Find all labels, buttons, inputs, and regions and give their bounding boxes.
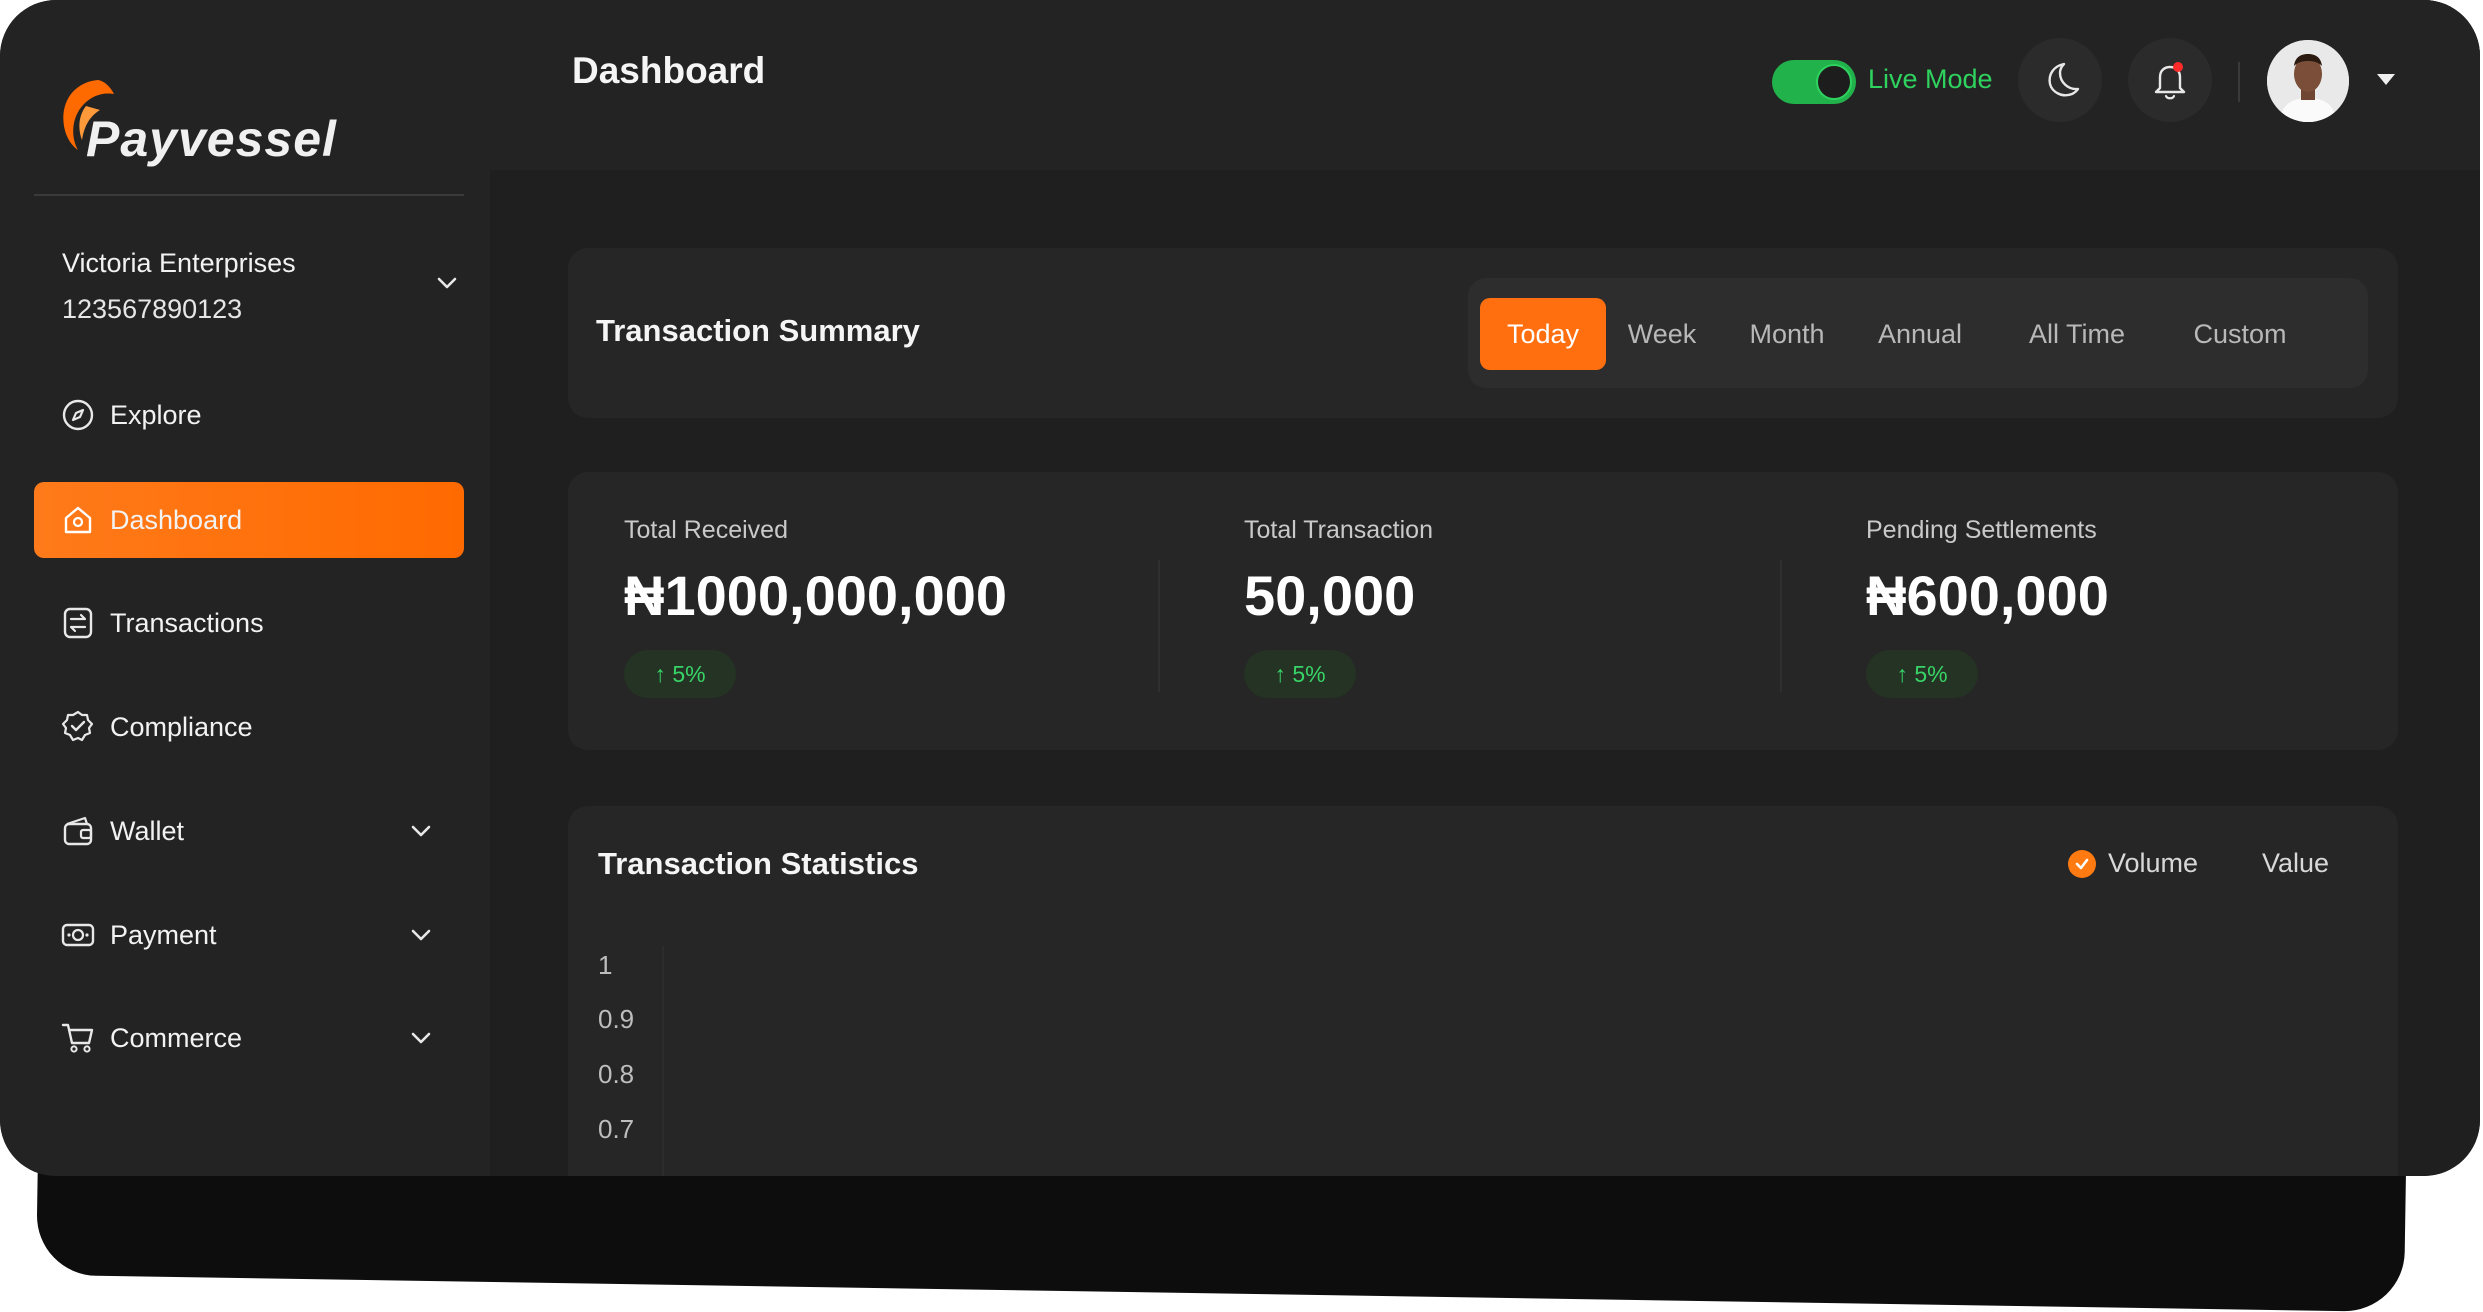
arrow-up-icon: ↑ [654, 660, 673, 687]
stat-total-transaction: Total Transaction 50,000 ↑ 5% [1244, 516, 1433, 698]
chevron-down-icon [437, 277, 457, 289]
notifications-button[interactable] [2128, 38, 2212, 122]
compass-icon [60, 397, 96, 433]
header-divider [2238, 62, 2240, 102]
arrow-up-icon: ↑ [1274, 660, 1293, 687]
check-icon [2068, 849, 2096, 878]
tab-custom[interactable]: Custom [2176, 298, 2304, 370]
sidebar-item-label: Commerce [110, 1022, 243, 1053]
tab-all-time[interactable]: All Time [2002, 298, 2152, 370]
avatar[interactable] [2267, 40, 2349, 122]
sidebar: Payvessel Victoria Enterprises 123567890… [0, 0, 490, 1176]
wallet-icon [60, 813, 96, 849]
live-mode-toggle[interactable] [1772, 60, 1856, 104]
chevron-down-icon [411, 825, 431, 837]
y-axis-line [662, 946, 664, 1176]
cash-icon [60, 917, 96, 953]
sidebar-item-label: Dashboard [110, 504, 243, 535]
app-window: Payvessel Victoria Enterprises 123567890… [0, 0, 2480, 1176]
account-switcher[interactable]: Victoria Enterprises 123567890123 [62, 240, 462, 330]
summary-title: Transaction Summary [596, 313, 920, 348]
tab-annual[interactable]: Annual [1868, 298, 1972, 370]
stat-value: ₦600,000 [1866, 564, 2109, 627]
sidebar-item-label: Payment [110, 919, 217, 950]
account-id: 123567890123 [62, 294, 243, 324]
sidebar-item-explore[interactable]: Explore [34, 377, 464, 453]
stat-change-badge: ↑ 5% [624, 650, 736, 698]
sidebar-item-commerce[interactable]: Commerce [34, 1000, 464, 1076]
header: Dashboard Live Mode [490, 0, 2480, 170]
sidebar-item-dashboard[interactable]: Dashboard [34, 482, 464, 558]
y-tick-label: 0.9 [598, 1004, 635, 1034]
transaction-statistics-card: Transaction Statistics Volume Value 1 0.… [568, 806, 2398, 1176]
stat-value: ₦1000,000,000 [624, 564, 1008, 627]
sidebar-item-compliance[interactable]: Compliance [34, 689, 464, 765]
stat-change-badge: ↑ 5% [1244, 650, 1356, 698]
sidebar-item-payment[interactable]: Payment [34, 897, 464, 973]
tab-week[interactable]: Week [1614, 298, 1710, 370]
stat-label: Pending Settlements [1866, 516, 2097, 544]
tab-today[interactable]: Today [1480, 298, 1606, 370]
y-tick-label: 0.8 [598, 1059, 635, 1089]
cart-icon [60, 1020, 96, 1056]
brand-name: Payvessel [86, 111, 337, 167]
y-tick-label: 1 [598, 950, 613, 980]
legend-volume[interactable]: Volume [2068, 848, 2198, 879]
period-tabs: Today Week Month Annual All Time Custom [1468, 278, 2368, 388]
stat-pending-settlements: Pending Settlements ₦600,000 ↑ 5% [1866, 516, 2109, 698]
chevron-down-icon [411, 1032, 431, 1044]
sidebar-item-label: Wallet [110, 815, 185, 846]
chevron-down-icon [411, 929, 431, 941]
sidebar-item-transactions[interactable]: Transactions [34, 585, 464, 661]
legend-value[interactable]: Value [2262, 848, 2329, 879]
stat-label: Total Received [624, 516, 788, 544]
stat-change-badge: ↑ 5% [1866, 650, 1978, 698]
stat-label: Total Transaction [1244, 516, 1433, 544]
stat-divider [1158, 560, 1160, 692]
y-tick-label: 0.7 [598, 1114, 635, 1144]
account-name: Victoria Enterprises [62, 248, 296, 278]
sidebar-divider [34, 194, 464, 196]
tab-month[interactable]: Month [1728, 298, 1846, 370]
stats-card: Total Received ₦1000,000,000 ↑ 5% Total … [568, 472, 2398, 750]
theme-toggle-button[interactable] [2018, 38, 2102, 122]
chart-title: Transaction Statistics [598, 846, 919, 881]
sidebar-item-wallet[interactable]: Wallet [34, 793, 464, 869]
moon-icon [2048, 62, 2080, 97]
stat-change-value: 5% [1292, 660, 1326, 687]
logo[interactable]: Payvessel [56, 72, 346, 172]
main-content: Dashboard Live Mode Transaction Summary … [490, 0, 2480, 1176]
live-mode-label: Live Mode [1868, 64, 1993, 94]
sidebar-item-label: Transactions [110, 607, 264, 638]
page-title: Dashboard [572, 50, 766, 91]
toggle-knob [1816, 64, 1852, 100]
transaction-summary-card: Transaction Summary Today Week Month Ann… [568, 248, 2398, 418]
stat-change-value: 5% [672, 660, 706, 687]
stat-value: 50,000 [1244, 564, 1416, 627]
legend-value-label: Value [2262, 848, 2330, 878]
stat-divider [1780, 560, 1782, 692]
legend-volume-label: Volume [2108, 848, 2199, 878]
sidebar-item-label: Compliance [110, 711, 253, 742]
profile-menu-caret-icon[interactable] [2377, 74, 2395, 85]
arrow-up-icon: ↑ [1896, 660, 1915, 687]
sidebar-item-label: Explore [110, 399, 202, 430]
stat-change-value: 5% [1914, 660, 1948, 687]
badge-check-icon [60, 709, 96, 745]
transfer-icon [60, 605, 96, 641]
home-icon [60, 502, 96, 538]
bell-icon [2154, 62, 2186, 100]
stat-total-received: Total Received ₦1000,000,000 ↑ 5% [624, 516, 1007, 698]
